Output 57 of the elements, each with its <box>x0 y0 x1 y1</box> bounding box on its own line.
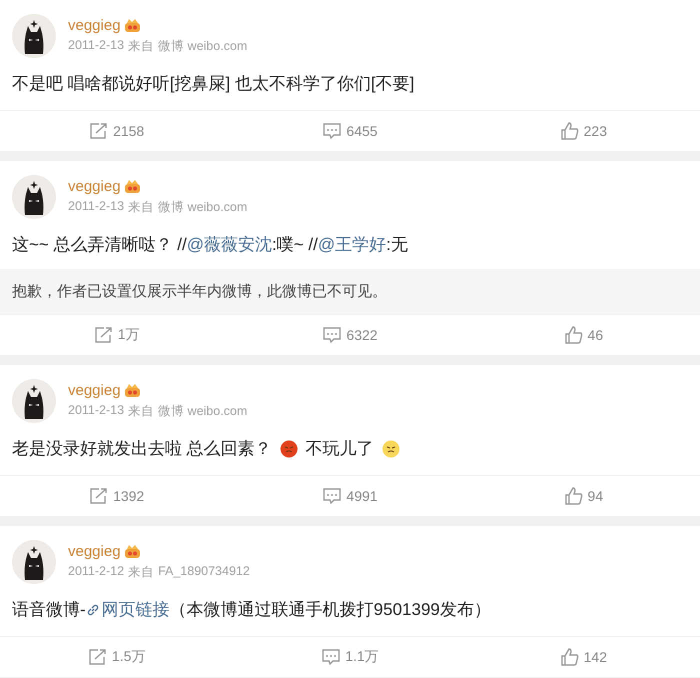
username[interactable]: veggieg <box>68 543 121 560</box>
notice-text: 抱歉，作者已设置仅展示半年内微博，此微博已不可见。 <box>0 269 700 314</box>
repost-button[interactable]: 1392 <box>0 476 234 516</box>
comment-button[interactable]: 6455 <box>233 111 467 151</box>
username[interactable]: veggieg <box>68 17 121 34</box>
mention-link[interactable]: @王学好 <box>318 233 386 257</box>
web-link[interactable]: 网页链接 <box>102 598 170 622</box>
comment-icon <box>322 326 342 344</box>
crown-icon <box>124 18 141 32</box>
comment-icon <box>322 487 342 505</box>
source-label: 来自 <box>128 38 154 55</box>
post-date: 2011-2-12 <box>68 564 124 580</box>
crown-icon <box>124 544 141 558</box>
like-button[interactable]: 46 <box>466 315 700 355</box>
post-text: 不是吧 唱啥都说好听[挖鼻屎] 也太不科学了你们[不要] <box>12 73 414 95</box>
comment-button[interactable]: 1.1万 <box>233 637 467 677</box>
post-date: 2011-2-13 <box>68 403 124 419</box>
post-text: 老是没录好就发出去啦 总么回素？ <box>12 438 272 460</box>
like-button[interactable]: 223 <box>466 111 700 151</box>
post-text: 这~~ 总么弄清晰哒？ // <box>12 234 187 256</box>
post-date: 2011-2-13 <box>68 38 124 54</box>
comment-icon <box>322 122 342 140</box>
post-text: 语音微博- <box>12 599 86 621</box>
repost-button[interactable]: 2158 <box>0 111 234 151</box>
post-source: 微博 weibo.com <box>158 199 248 216</box>
repost-icon <box>88 648 108 666</box>
post-text: 不玩儿了 <box>306 438 374 460</box>
link-icon <box>86 603 100 617</box>
post-text: :无 <box>386 234 408 256</box>
thumbs-up-icon <box>560 648 580 666</box>
post-source: 微博 weibo.com <box>158 403 248 420</box>
post-text: :噗~ // <box>272 234 318 256</box>
source-label: 来自 <box>128 403 154 420</box>
repost-icon <box>94 326 114 344</box>
post-date: 2011-2-13 <box>68 199 124 215</box>
post-text: （本微博通过联通手机拨打9501399发布） <box>170 599 491 621</box>
like-button[interactable]: 142 <box>466 637 700 677</box>
comment-icon <box>321 648 342 666</box>
post-source: FA_1890734912 <box>158 564 250 580</box>
repost-button[interactable]: 1万 <box>0 315 234 355</box>
mention-link[interactable]: @薇薇安沈 <box>186 233 272 257</box>
like-button[interactable]: 94 <box>466 476 700 516</box>
source-label: 来自 <box>128 564 154 581</box>
thumbs-up-icon <box>564 326 584 344</box>
crown-icon <box>124 384 141 398</box>
crown-icon <box>124 180 141 194</box>
thumbs-up-icon <box>560 122 580 140</box>
thumbs-up-icon <box>564 487 584 505</box>
repost-icon <box>89 487 110 505</box>
comment-button[interactable]: 6322 <box>233 315 467 355</box>
post-source: 微博 weibo.com <box>158 38 248 55</box>
source-label: 来自 <box>128 199 154 216</box>
repost-icon <box>89 122 110 140</box>
comment-button[interactable]: 4991 <box>233 476 467 516</box>
username[interactable]: veggieg <box>68 178 121 195</box>
username[interactable]: veggieg <box>68 382 121 399</box>
repost-button[interactable]: 1.5万 <box>0 637 234 677</box>
